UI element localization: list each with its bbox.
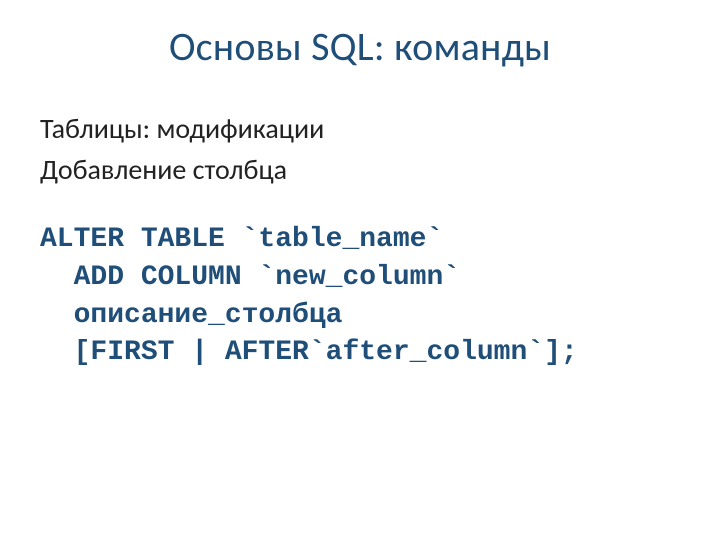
slide-title: Основы SQL: команды — [40, 22, 680, 71]
body-line-1: Таблицы: модификации — [40, 111, 680, 146]
body-line-2: Добавление столбца — [40, 152, 680, 187]
slide: Основы SQL: команды Таблицы: модификации… — [0, 0, 720, 540]
code-line-1: ALTER TABLE `table_name` — [40, 224, 443, 255]
code-line-3: описание_столбца — [40, 300, 342, 331]
spacer — [40, 193, 680, 221]
code-line-2: ADD COLUMN `new_column` — [40, 262, 460, 293]
code-line-4: [FIRST | AFTER`after_column`]; — [40, 337, 578, 368]
sql-code-block: ALTER TABLE `table_name` ADD COLUMN `new… — [40, 221, 680, 372]
